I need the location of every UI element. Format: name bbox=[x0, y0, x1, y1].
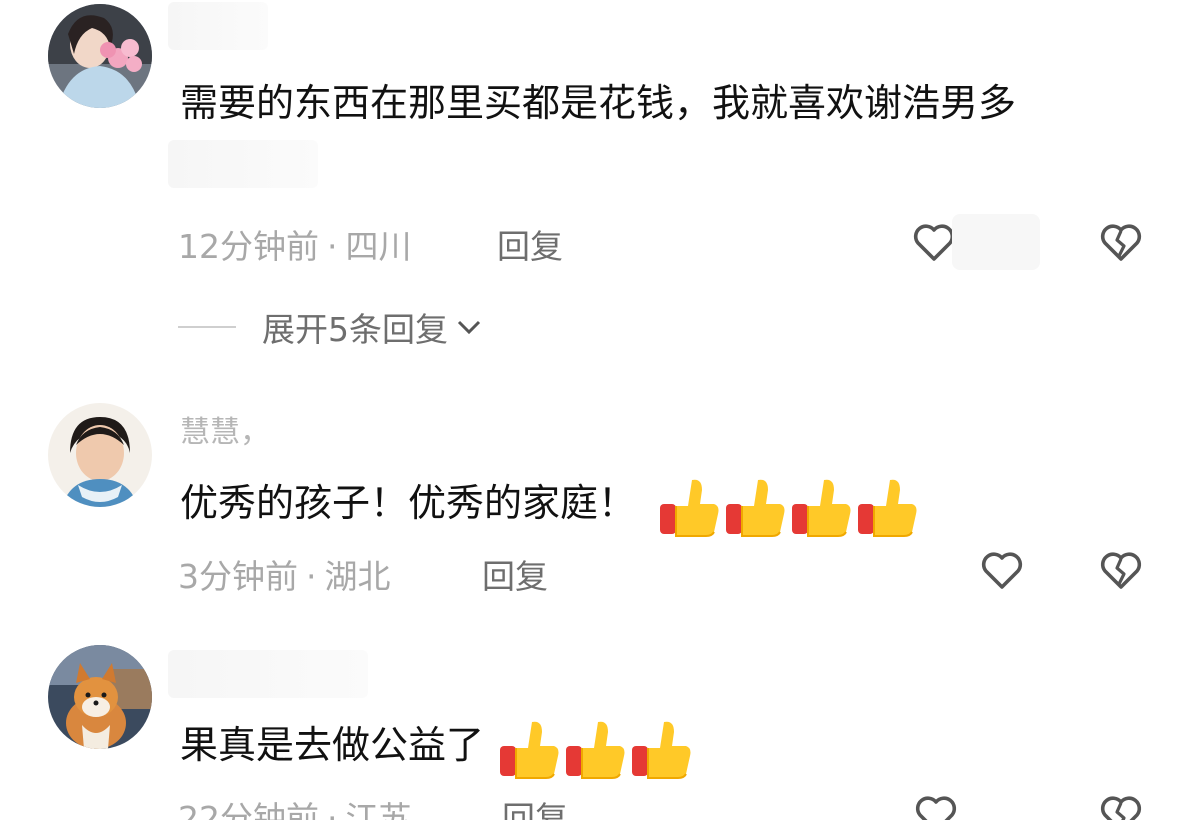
broken-heart-icon[interactable] bbox=[1097, 546, 1145, 594]
thumbs-up-emoji bbox=[858, 479, 917, 537]
chevron-down-icon bbox=[457, 320, 481, 335]
comment-list: 需要的东西在那里买都是花钱，我就喜欢谢浩男多 12分钟前 · 四川 回复 展开5条回… bbox=[0, 0, 1200, 820]
avatar[interactable] bbox=[48, 403, 152, 507]
avatar-image bbox=[48, 4, 152, 108]
heart-outline-icon[interactable] bbox=[978, 546, 1026, 594]
comment-time: 3分钟前 bbox=[178, 557, 298, 596]
thumbs-up-emoji bbox=[792, 479, 851, 537]
comment-text: 果真是去做公益了 bbox=[180, 714, 692, 780]
expand-replies-button[interactable]: 展开5条回复 bbox=[178, 303, 484, 351]
comment-time: 12分钟前 bbox=[178, 227, 319, 266]
thumbs-up-emoji bbox=[500, 721, 559, 779]
comment-text-body: 果真是去做公益了 bbox=[180, 723, 485, 767]
avatar-image bbox=[48, 403, 152, 507]
thumbs-up-emoji bbox=[632, 721, 691, 779]
meta-separator: · bbox=[327, 227, 338, 266]
like-count-hidden bbox=[952, 214, 1040, 270]
comment-meta: 22分钟前 · 江苏 bbox=[178, 792, 412, 820]
thumbs-up-emoji bbox=[566, 721, 625, 779]
heart-outline-icon[interactable] bbox=[910, 218, 958, 266]
meta-separator: · bbox=[327, 799, 338, 820]
comment-text-body: 优秀的孩子！优秀的家庭！ bbox=[180, 481, 637, 525]
avatar-image bbox=[48, 645, 152, 749]
comment-text: 优秀的孩子！优秀的家庭！ bbox=[180, 472, 918, 538]
thumbs-up-emoji bbox=[726, 479, 785, 537]
comment-location: 江苏 bbox=[345, 799, 412, 820]
username[interactable]: 慧慧， bbox=[180, 407, 270, 451]
avatar[interactable] bbox=[48, 645, 152, 749]
reply-button[interactable]: 回复 bbox=[502, 792, 568, 820]
content-hidden bbox=[168, 140, 318, 188]
comment-text: 需要的东西在那里买都是花钱，我就喜欢谢浩男多 bbox=[180, 81, 1017, 125]
heart-outline-icon[interactable] bbox=[912, 790, 960, 820]
broken-heart-icon[interactable] bbox=[1097, 790, 1145, 820]
broken-heart-icon[interactable] bbox=[1097, 218, 1145, 266]
meta-separator: · bbox=[306, 557, 317, 596]
username-hidden bbox=[168, 650, 368, 698]
comment-location: 四川 bbox=[345, 227, 412, 266]
username-hidden bbox=[168, 2, 268, 50]
divider-line bbox=[178, 326, 236, 328]
comment-location: 湖北 bbox=[324, 557, 391, 596]
emoji-group bbox=[658, 474, 918, 538]
reply-button[interactable]: 回复 bbox=[482, 550, 548, 598]
expand-replies-label: 展开5条回复 bbox=[262, 310, 448, 349]
comment-time: 22分钟前 bbox=[178, 799, 319, 820]
emoji-group bbox=[498, 716, 692, 780]
comment-meta: 3分钟前 · 湖北 bbox=[178, 550, 391, 598]
comment-meta: 12分钟前 · 四川 bbox=[178, 220, 412, 268]
reply-button[interactable]: 回复 bbox=[497, 220, 563, 268]
thumbs-up-emoji bbox=[660, 479, 719, 537]
avatar[interactable] bbox=[48, 4, 152, 108]
